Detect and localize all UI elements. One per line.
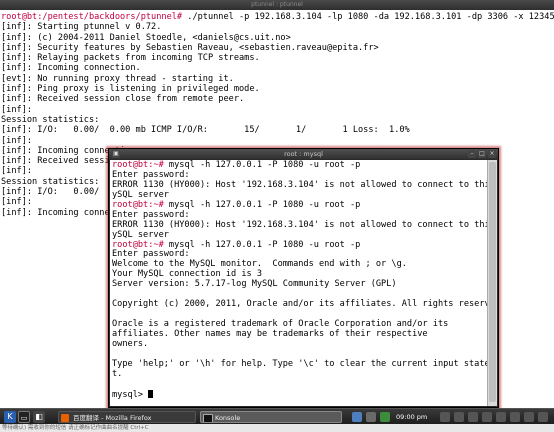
mysql-window-titlebar[interactable]: root : mysql ▣ – □ ×	[109, 149, 498, 159]
taskbar-konsole-label: Konsole	[215, 414, 241, 422]
line-text: ERROR 1130 (HY000): Host '192.168.3.104'…	[112, 219, 488, 230]
ptunnel-command: ./ptunnel -p 192.168.3.104 -lp 1080 -da …	[182, 12, 554, 22]
line-text: affiliates. Other names may be trademark…	[112, 328, 428, 339]
tray-icon-2[interactable]	[454, 412, 464, 422]
line-text: Server version: 5.7.17-log MySQL Communi…	[112, 279, 397, 290]
line-text: Your MySQL connection id is 3	[112, 269, 263, 280]
terminal-output-line: [inf]: (c) 2004-2011 Daniel Stoedle, <da…	[1, 32, 291, 43]
minimize-icon[interactable]: –	[468, 150, 476, 158]
mysql-output-line: mysql>	[112, 389, 488, 400]
line-text: t.	[112, 368, 123, 379]
terminal-output-line: [inf]: Security features by Sebastien Ra…	[1, 42, 379, 53]
mysql-terminal-window[interactable]: root : mysql ▣ – □ × root@bt:~# mysql -h…	[108, 148, 499, 408]
tray-icon-6[interactable]	[510, 412, 520, 422]
taskbar-firefox-label: 百度翻译 - Mozilla Firefox	[73, 414, 152, 422]
line-text: Enter password:	[112, 209, 190, 220]
mysql-window-title: root : mysql	[284, 150, 323, 158]
tray-icon-5[interactable]	[496, 412, 506, 422]
bottom-status-strip: 等待确认) 需收到你的短信 请正确标记作曲曲名提醒 Ctrl+C	[0, 424, 554, 432]
line-text: mysql>	[112, 389, 149, 400]
line-text: Type 'help;' or '\h' for help. Type '\c'…	[112, 358, 488, 369]
mysql-terminal-content[interactable]: root@bt:~# mysql -h 127.0.0.1 -P 1080 -u…	[110, 160, 488, 406]
close-icon[interactable]: ×	[488, 150, 496, 158]
line-text: ySQL server	[112, 229, 169, 240]
line-text: mysql -h 127.0.0.1 -P 1080 -u root -p	[163, 239, 361, 250]
kde-menu-icon[interactable]: K	[4, 411, 16, 423]
mysql-output-line: t.	[112, 368, 488, 380]
terminal-output-line: [inf]: I/O: 0.00/ 0.00 mb ICMP I/O/R: 15…	[1, 125, 410, 136]
firefox-icon	[61, 414, 69, 422]
terminal-icon[interactable]: ▭	[18, 411, 30, 423]
mysql-output-line: owners.	[112, 338, 488, 350]
line-text: Oracle is a registered trademark of Orac…	[112, 319, 449, 329]
line-text: Enter password:	[112, 249, 190, 260]
tray-icon-3[interactable]	[468, 412, 478, 422]
line-text: ySQL server	[112, 189, 169, 200]
text-cursor	[148, 389, 154, 398]
terminal-output-line: [inf]: Received session close from remot…	[1, 94, 245, 105]
terminal-output-line: Session statistics:	[1, 114, 100, 125]
window-menu-icon[interactable]: ▣	[112, 150, 120, 158]
taskbar-konsole[interactable]: Konsole	[200, 411, 342, 423]
mysql-output-line: affiliates. Other names may be trademark…	[112, 328, 488, 340]
terminal-output-line: [inf]: Starting ptunnel v 0.72.	[1, 22, 162, 33]
tray-icon-7[interactable]	[524, 412, 534, 422]
tray-icon-8[interactable]	[538, 412, 548, 422]
terminal-output-line: [inf]:	[1, 135, 33, 146]
updates-icon[interactable]	[380, 412, 390, 422]
tray-icon-1[interactable]	[440, 412, 450, 422]
terminal-output-line: [inf]: Relaying packets from incoming TC…	[1, 53, 260, 64]
mysql-output-line: Type 'help;' or '\h' for help. Type '\c'…	[112, 358, 488, 370]
shell-prompt: root@bt:/pentest/backdoors/ptunnel#	[1, 12, 183, 22]
mysql-terminal-output: root@bt:~# mysql -h 127.0.0.1 -P 1080 -u…	[110, 160, 488, 400]
terminal-output-line: [evt]: No running proxy thread - startin…	[1, 73, 234, 84]
line-text: Enter password:	[112, 169, 190, 180]
background-window-title: ptunnel : ptunnel	[251, 1, 303, 8]
line-text: mysql -h 127.0.0.1 -P 1080 -u root -p	[163, 160, 361, 170]
shell-prompt: root@bt:~#	[112, 239, 164, 250]
mysql-output-line	[112, 380, 488, 390]
terminal-output-line: [inf]: Incoming connection.	[1, 63, 141, 74]
desktop-icon[interactable]: ◧	[33, 411, 45, 423]
konsole-icon	[203, 414, 213, 422]
mysql-output-line: Copyright (c) 2000, 2011, Oracle and/or …	[112, 299, 488, 310]
line-text: ERROR 1130 (HY000): Host '192.168.3.104'…	[112, 179, 488, 190]
line-text: mysql -h 127.0.0.1 -P 1080 -u root -p	[163, 199, 361, 210]
taskbar-firefox[interactable]: 百度翻译 - Mozilla Firefox	[58, 411, 196, 423]
mysql-scrollbar[interactable]	[487, 160, 497, 406]
background-window-titlebar[interactable]: ptunnel : ptunnel	[0, 0, 554, 10]
line-text: Welcome to the MySQL monitor. Commands e…	[112, 259, 407, 270]
line-text: Copyright (c) 2000, 2011, Oracle and/or …	[112, 299, 488, 310]
network-icon[interactable]	[352, 412, 362, 422]
clock[interactable]: 09:00 pm	[396, 411, 436, 423]
maximize-icon[interactable]: □	[478, 150, 486, 158]
terminal-command-line: root@bt:/pentest/backdoors/ptunnel# ./pt…	[1, 12, 554, 22]
shell-prompt: root@bt:~#	[112, 199, 164, 210]
terminal-output-line: [inf]: Ping proxy is listening in privil…	[1, 84, 260, 95]
tray-icon-4[interactable]	[482, 412, 492, 422]
line-text: owners.	[112, 338, 149, 349]
terminal-output-line: [inf]:	[1, 104, 33, 115]
taskbar: K ▭ ◧ 百度翻译 - Mozilla Firefox Konsole 09:…	[0, 408, 554, 425]
shell-prompt: root@bt:~#	[112, 160, 164, 170]
mysql-scrollbar-thumb[interactable]	[489, 162, 496, 402]
volume-icon[interactable]	[366, 412, 376, 422]
mysql-output-line: Server version: 5.7.17-log MySQL Communi…	[112, 279, 488, 290]
